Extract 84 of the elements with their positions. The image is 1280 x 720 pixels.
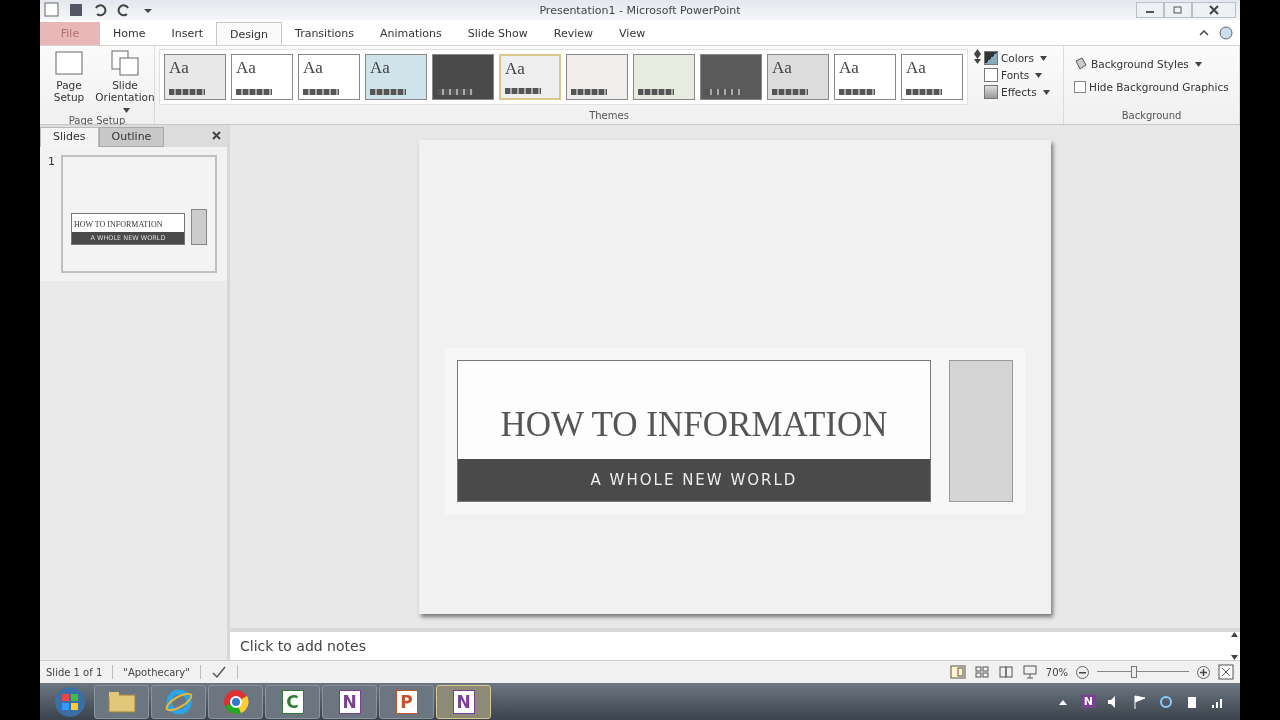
caret-icon <box>123 108 130 113</box>
round-browser-icon <box>222 688 249 715</box>
book-icon[interactable] <box>997 664 1014 680</box>
ribbon-tab[interactable]: View <box>606 22 659 45</box>
fit-window-icon[interactable] <box>1218 664 1234 680</box>
pages-icon <box>110 49 140 77</box>
zoom-percent[interactable]: 70% <box>1045 666 1068 678</box>
caret-icon <box>1035 72 1043 78</box>
theme-option-button[interactable]: Fonts <box>984 68 1050 82</box>
window-title: Presentation1 - Microsoft PowerPoint <box>539 3 741 17</box>
slide-title: HOW TO INFORMATION <box>499 403 889 446</box>
caret-icon <box>1042 89 1050 95</box>
ribbon-tab[interactable]: Review <box>540 22 607 45</box>
group-label: Themes <box>588 110 630 123</box>
browser-e-icon <box>164 687 193 716</box>
slide-subtitle: A WHOLE NEW WORLD <box>458 458 930 501</box>
close-button[interactable] <box>1192 2 1236 18</box>
onenote-tray-icon[interactable]: N <box>1080 695 1096 708</box>
app-icon: P <box>395 689 418 714</box>
taskbar-button[interactable]: C <box>265 684 320 719</box>
projector-icon[interactable] <box>1021 664 1038 680</box>
folder-icon <box>106 689 137 714</box>
caret-icon <box>1231 632 1238 637</box>
group-label: Page Setup <box>67 115 127 126</box>
caret-icon <box>1194 61 1202 67</box>
theme-thumbnail[interactable]: Aa <box>298 54 360 100</box>
theme-thumbnail[interactable] <box>700 54 762 100</box>
plus-icon <box>1200 668 1207 676</box>
theme-thumbnail[interactable]: Aa <box>901 54 963 100</box>
taskbar-button[interactable] <box>94 684 149 719</box>
spellcheck-icon[interactable] <box>210 664 227 680</box>
save-icon[interactable] <box>68 2 84 18</box>
page-icon <box>54 49 84 77</box>
ribbon-tab[interactable]: Design <box>216 22 283 45</box>
thumbnail-title: HOW TO INFORMATION <box>73 219 164 231</box>
color-swatch-icon <box>984 51 998 65</box>
slide-number: 1 <box>48 155 55 170</box>
slide-counter: Slide 1 of 1 <box>46 666 103 678</box>
flag-icon[interactable] <box>1132 693 1148 710</box>
theme-option-button[interactable]: Effects <box>984 85 1050 99</box>
notes-field[interactable]: Click to add notes <box>230 628 1240 660</box>
app-icon: C <box>281 689 304 714</box>
theme-thumbnail[interactable]: Aa <box>834 54 896 100</box>
ribbon-tab[interactable]: Transitions <box>282 22 367 45</box>
restore-icon <box>1173 6 1183 14</box>
ribbon-tab[interactable]: Animations <box>366 22 455 45</box>
theme-thumbnail[interactable] <box>633 54 695 100</box>
theme-thumbnail[interactable]: Aa <box>164 54 226 100</box>
thumbnail-shape <box>191 209 207 245</box>
close-icon <box>212 130 221 140</box>
app-icon: N <box>338 689 361 714</box>
caret-icon <box>1039 55 1047 61</box>
hide-graphics-checkbox[interactable]: Hide Background Graphics <box>1074 81 1229 93</box>
taskbar-button[interactable]: P <box>379 684 434 719</box>
ribbon-tab[interactable]: Insert <box>158 22 217 45</box>
taskbar-button[interactable] <box>208 684 263 719</box>
taskbar-button[interactable]: N <box>322 684 377 719</box>
pane-tab[interactable]: Slides <box>40 127 99 147</box>
taskbar-button[interactable]: N <box>436 684 491 719</box>
close-icon <box>1209 5 1219 15</box>
normal-view-icon[interactable] <box>949 664 966 680</box>
theme-thumbnail[interactable] <box>432 54 494 100</box>
zoom-thumb[interactable] <box>1130 666 1137 678</box>
undo-icon[interactable] <box>92 2 108 18</box>
grid-view-icon[interactable] <box>973 664 990 680</box>
theme-thumbnail[interactable] <box>566 54 628 100</box>
ribbon-tab[interactable]: Slide Show <box>454 22 541 45</box>
theme-name: "Apothecary" <box>123 666 190 678</box>
theme-thumbnail[interactable]: Aa <box>365 54 427 100</box>
title-placeholder[interactable]: HOW TO INFORMATION A WHOLE NEW WORLD <box>457 359 931 502</box>
theme-thumbnail[interactable]: Aa <box>231 54 293 100</box>
ribbon-tab[interactable]: Home <box>100 22 159 45</box>
page-setup-button[interactable]: Page Setup <box>44 49 94 103</box>
background-styles-button[interactable]: Background Styles <box>1074 57 1229 71</box>
theme-thumbnail[interactable]: Aa <box>767 54 829 100</box>
effects-icon <box>984 85 998 99</box>
redo-icon[interactable] <box>116 2 132 18</box>
theme-option-button[interactable]: Colors <box>984 51 1050 65</box>
pane-tab[interactable]: Outline <box>98 127 165 147</box>
group-label: Background <box>1120 110 1183 123</box>
help-icon[interactable] <box>1218 24 1234 41</box>
app-icon: N <box>452 689 475 714</box>
theme-thumbnail[interactable]: Aa <box>499 54 561 100</box>
minimize-button[interactable] <box>1136 2 1164 18</box>
